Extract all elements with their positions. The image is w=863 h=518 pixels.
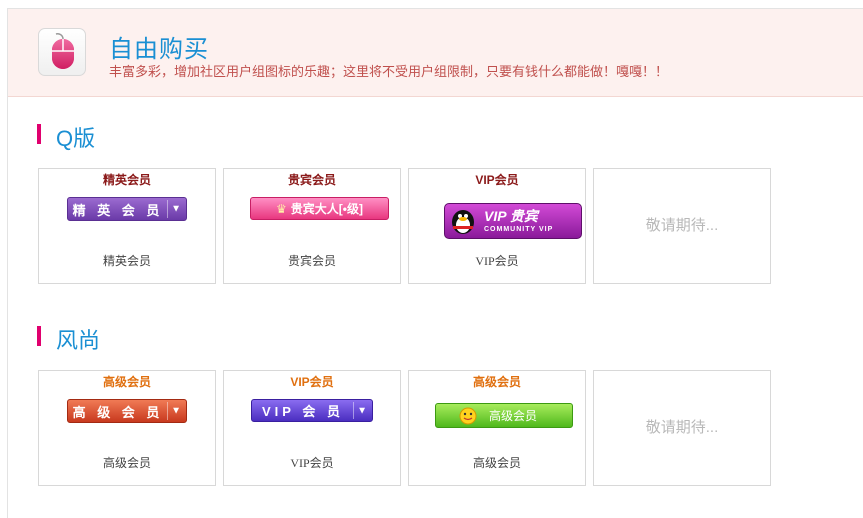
card-name: VIP会员 (475, 254, 519, 268)
page-header: 自由购买 丰富多彩，增加社区用户组图标的乐趣；这里将不受用户组限制，只要有钱什么… (8, 9, 863, 97)
card-title: 高级会员 (472, 375, 521, 389)
vip-member-badge: VIP 贵宾 COMMUNITY VIP (444, 203, 582, 239)
card-coming-soon: 敬请期待... (593, 370, 771, 486)
badge-label: 贵宾大人[•级] (290, 202, 363, 216)
penguin-icon (448, 206, 478, 236)
card-title: VIP会员 (475, 173, 519, 187)
badge-label: 精 英 会 员 (72, 202, 164, 218)
card-elite-member[interactable]: 精英会员 精 英 会 员 ▼ 精英会员 (38, 168, 216, 284)
card-title: 高级会员 (102, 375, 151, 389)
card-name: 高级会员 (472, 456, 521, 470)
section-title-text: 风尚 (56, 328, 101, 353)
senior-member-green-badge: 高级会员 (435, 403, 573, 428)
vip-guest-badge: ♛ 贵宾大人[•级] (250, 197, 389, 220)
page-description: 丰富多彩，增加社区用户组图标的乐趣；这里将不受用户组限制，只要有钱什么都能做！嘎… (109, 64, 669, 79)
card-name: VIP会员 (290, 456, 334, 470)
badge-label: VIP 会 员 (262, 404, 344, 419)
card-name: 高级会员 (102, 456, 151, 470)
chevron-down-icon: ▼ (171, 203, 181, 215)
smiley-icon (458, 406, 478, 426)
senior-member-badge: 高 级 会 员 ▼ (67, 399, 187, 423)
vip-member-badge: VIP 会 员 ▼ (251, 399, 373, 422)
card-coming-soon: 敬请期待... (593, 168, 771, 284)
card-title: 贵宾会员 (287, 173, 336, 187)
card-name: 精英会员 (102, 254, 151, 268)
card-title: 精英会员 (102, 173, 151, 187)
card-vip-member-fashion[interactable]: VIP会员 VIP 会 员 ▼ VIP会员 (223, 370, 401, 486)
card-name: 贵宾会员 (287, 254, 336, 268)
badge-sublabel: COMMUNITY VIP (484, 226, 554, 233)
section-bar (37, 326, 41, 346)
coming-soon-text: 敬请期待... (645, 419, 719, 436)
card-senior-member[interactable]: 高级会员 高 级 会 员 ▼ 高级会员 (38, 370, 216, 486)
card-vip-member[interactable]: VIP会员 VIP 贵宾 COMMUNITY VIP VIP会员 (408, 168, 586, 284)
card-title: VIP会员 (290, 375, 334, 389)
mouse-icon (38, 28, 86, 76)
coming-soon-text: 敬请期待... (645, 217, 719, 234)
card-vip-guest[interactable]: 贵宾会员 ♛ 贵宾大人[•级] 贵宾会员 (223, 168, 401, 284)
page-title: 自由购买 (109, 36, 209, 63)
elite-member-badge: 精 英 会 员 ▼ (67, 197, 187, 221)
section-bar (37, 124, 41, 144)
card-senior-member-green[interactable]: 高级会员 高级会员 高级会员 (408, 370, 586, 486)
badge-label: 高 级 会 员 (72, 404, 164, 420)
section-title-text: Q版 (56, 126, 96, 151)
chevron-down-icon: ▼ (357, 405, 367, 416)
badge-label: VIP 贵宾 (484, 208, 538, 224)
chevron-down-icon: ▼ (171, 405, 181, 417)
crown-icon: ♛ (276, 201, 287, 216)
badge-label: 高级会员 (488, 409, 537, 423)
